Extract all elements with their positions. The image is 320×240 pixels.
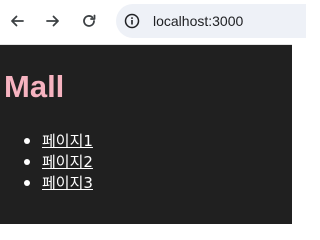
reload-icon (83, 14, 96, 27)
page3-link[interactable]: 페이지3 (42, 174, 93, 192)
arrow-right-icon (46, 15, 59, 27)
info-icon[interactable] (124, 13, 140, 29)
list-item: 페이지2 (0, 152, 93, 173)
page2-link[interactable]: 페이지2 (42, 153, 93, 171)
page-content: Mall 페이지1 페이지2 페이지3 (0, 45, 292, 224)
reload-button[interactable] (78, 10, 100, 32)
forward-button[interactable] (42, 10, 64, 32)
page1-link[interactable]: 페이지1 (42, 132, 93, 150)
bullet-icon (24, 159, 30, 165)
bullet-icon (24, 180, 30, 186)
bullet-icon (24, 138, 30, 144)
back-button[interactable] (6, 10, 28, 32)
arrow-left-icon (11, 15, 24, 27)
list-item: 페이지1 (0, 131, 93, 152)
browser-toolbar: localhost:3000 (0, 0, 306, 45)
page-link-list: 페이지1 페이지2 페이지3 (0, 131, 93, 194)
list-item: 페이지3 (0, 173, 93, 194)
url-text[interactable]: localhost:3000 (153, 13, 243, 29)
address-bar[interactable]: localhost:3000 (116, 4, 306, 38)
page-title: Mall (4, 69, 65, 104)
